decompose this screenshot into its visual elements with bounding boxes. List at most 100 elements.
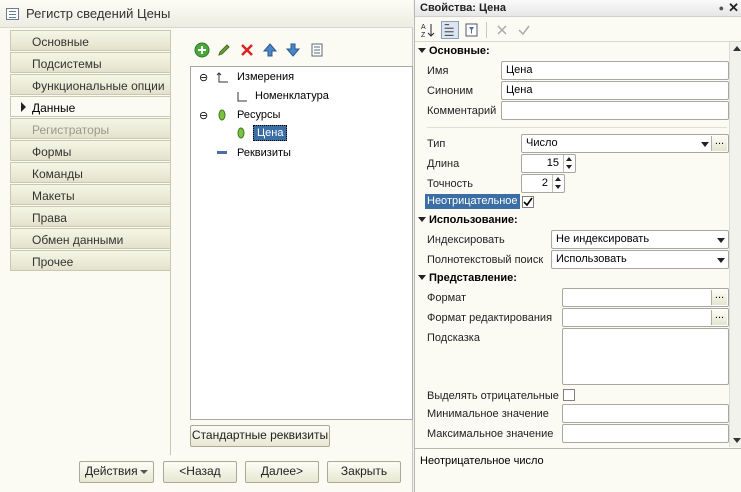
section-presentation-label: Представление: (429, 272, 517, 284)
tab-rights[interactable]: Права (10, 206, 170, 227)
delete-icon[interactable] (239, 42, 255, 58)
properties-scrollbar[interactable] (729, 42, 741, 447)
tab-forms[interactable]: Формы (10, 140, 170, 161)
format-label: Формат (427, 292, 467, 304)
tab-templates[interactable]: Макеты (10, 184, 170, 205)
tree-node-dimensions[interactable]: Измерения (237, 71, 294, 83)
data-structure-tree[interactable]: ⊖ Измерения Номенклатура ⊖ Ресурсы Цена … (190, 66, 413, 420)
resources-icon (218, 109, 226, 121)
tab-main[interactable]: Основные (10, 30, 170, 51)
filter-icon[interactable] (463, 21, 481, 39)
ellipsis-icon[interactable]: ... (711, 310, 727, 325)
section-main-header[interactable]: Основные: (418, 45, 490, 57)
window-title-bar: Регистр сведений Цены (0, 0, 413, 28)
fulltext-select[interactable]: Использовать (551, 250, 729, 269)
synonym-field[interactable]: Цена (501, 81, 729, 100)
format-field[interactable]: ... (562, 288, 729, 307)
window-title: Регистр сведений Цены (26, 6, 171, 21)
section-usage-header[interactable]: Использование: (418, 214, 518, 226)
length-field[interactable]: 15 (521, 154, 576, 173)
chevron-down-icon[interactable] (714, 231, 728, 248)
svg-text:Z: Z (421, 32, 426, 39)
actions-button-label: Действия (85, 464, 138, 478)
register-icon (6, 8, 19, 20)
close-icon[interactable]: ✕ (728, 0, 739, 16)
tree-node-attributes[interactable]: Реквизиты (237, 147, 291, 159)
fulltext-label: Полнотекстовый поиск (427, 254, 544, 266)
ellipsis-icon[interactable]: ... (711, 290, 727, 305)
tab-other[interactable]: Прочее (10, 250, 170, 271)
divider (427, 127, 727, 128)
tree-node-price-selected[interactable]: Цена (253, 125, 288, 141)
mark-negative-checkbox[interactable] (563, 389, 575, 401)
add-icon[interactable] (194, 42, 210, 58)
checkmark-icon (523, 197, 533, 207)
max-value-field[interactable] (562, 424, 729, 443)
active-tab-arrow-icon (21, 102, 26, 112)
scroll-up-icon[interactable] (733, 46, 741, 51)
chevron-down-icon[interactable] (714, 251, 728, 268)
actions-button[interactable]: Действия (79, 461, 154, 483)
pin-icon[interactable]: ● (719, 3, 724, 13)
tab-data-exchange[interactable]: Обмен данными (10, 228, 170, 249)
chevron-down-icon[interactable] (698, 135, 712, 152)
tab-data-label: Данные (32, 101, 76, 115)
name-label: Имя (427, 65, 449, 77)
dimensions-icon (216, 72, 228, 83)
tab-data[interactable]: Данные (10, 96, 170, 117)
list-icon[interactable] (309, 42, 325, 58)
length-label: Длина (427, 158, 460, 170)
length-spinner[interactable] (563, 155, 575, 172)
close-button[interactable]: Закрыть (327, 461, 401, 483)
type-label: Тип (427, 138, 446, 150)
edit-format-field[interactable]: ... (562, 308, 729, 327)
back-button[interactable]: <Назад (163, 461, 237, 483)
synonym-label: Синоним (427, 85, 474, 97)
tooltip-label: Подсказка (427, 332, 480, 344)
precision-field[interactable]: 2 (521, 174, 565, 193)
properties-palette: Свойства: Цена ● ✕ A Z Основные: Имя Цен… (414, 0, 741, 492)
tree-node-resources[interactable]: Ресурсы (237, 109, 280, 121)
comment-field[interactable] (501, 101, 729, 120)
standard-attributes-button[interactable]: Стандартные реквизиты (190, 425, 330, 447)
property-description-panel: Неотрицательное число (415, 448, 741, 492)
svg-text:A: A (421, 24, 426, 31)
type-field[interactable]: Число ... (521, 134, 729, 153)
dimension-item-icon (237, 92, 247, 102)
move-up-icon[interactable] (262, 42, 278, 58)
clear-icon[interactable] (493, 21, 511, 39)
tab-registrators[interactable]: Регистраторы (10, 118, 170, 139)
apply-icon[interactable] (515, 21, 533, 39)
move-down-icon[interactable] (285, 42, 301, 58)
name-field[interactable]: Цена (501, 61, 729, 80)
length-value: 15 (546, 157, 559, 169)
sort-alphabetical-icon[interactable]: A Z (419, 21, 437, 39)
tab-functional-options[interactable]: Функциональные опции (10, 74, 170, 95)
next-button[interactable]: Далее> (245, 461, 319, 483)
fulltext-value: Использовать (556, 253, 627, 265)
categorized-view-icon[interactable] (441, 21, 459, 39)
edit-icon[interactable] (216, 42, 232, 58)
tooltip-field[interactable] (562, 328, 729, 385)
property-description: Неотрицательное число (420, 455, 544, 467)
expand-icon (418, 217, 426, 222)
scroll-down-icon[interactable] (733, 438, 741, 443)
tree-node-nomenclature[interactable]: Номенклатура (255, 90, 329, 102)
tab-subsystems[interactable]: Подсистемы (10, 52, 170, 73)
nonnegative-checkbox[interactable] (522, 196, 534, 208)
tab-commands[interactable]: Команды (10, 162, 170, 183)
type-value: Число (526, 137, 558, 149)
collapse-icon[interactable]: ⊖ (199, 71, 208, 84)
index-select[interactable]: Не индексировать (551, 230, 729, 249)
section-presentation-header[interactable]: Представление: (418, 272, 517, 284)
min-value-label: Минимальное значение (427, 408, 549, 420)
expand-icon (418, 48, 426, 53)
min-value-field[interactable] (562, 404, 729, 423)
collapse-icon[interactable]: ⊖ (199, 109, 208, 122)
precision-spinner[interactable] (552, 175, 564, 192)
nonnegative-label: Неотрицательное (425, 194, 520, 209)
section-main-label: Основные: (429, 45, 490, 57)
ellipsis-icon[interactable]: ... (711, 136, 727, 151)
mark-negative-label: Выделять отрицательные (427, 390, 559, 402)
register-editor-window: Регистр сведений Цены Основные Подсистем… (0, 0, 413, 492)
